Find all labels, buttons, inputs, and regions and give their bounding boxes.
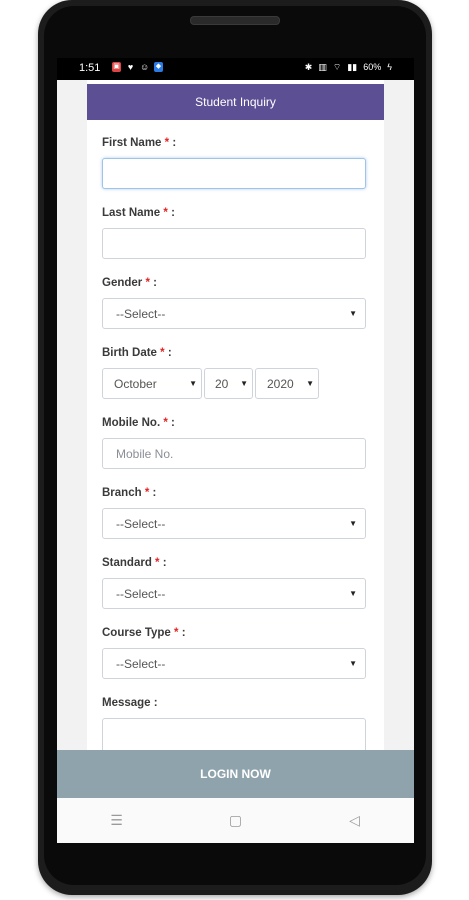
form-header: Student Inquiry [87,84,384,120]
required-mark: * [174,627,179,639]
standard-label: Standard * : [102,557,167,569]
caret-down-icon: ▼ [306,379,314,388]
birth-day-select[interactable]: 20 ▼ [204,368,253,399]
course-type-label: Course Type * : [102,627,186,639]
notification-app-icon: ▣ [112,62,121,72]
caret-down-icon: ▼ [189,379,197,388]
branch-select[interactable]: --Select-- ▼ [102,508,366,539]
standard-select[interactable]: --Select-- ▼ [102,578,366,609]
status-time: 1:51 [79,62,101,74]
branch-label: Branch * : [102,487,157,499]
form-title: Student Inquiry [195,95,276,109]
notification-icons: ▣ ♥ ☺ ◆ [112,62,163,72]
status-bar: 1:51 ▣ ♥ ☺ ◆ ✱ ▥ ⌔ ▮▮ 60% ϟ [57,58,414,80]
required-mark: * [160,347,165,359]
required-mark: * [163,417,168,429]
birth-month-select[interactable]: October ▼ [102,368,202,399]
status-right-icons: ✱ ▥ ⌔ ▮▮ 60% ϟ [305,62,392,73]
robot-icon: ☺ [140,62,150,72]
android-nav-bar: ☰ ▢ ◁ [57,798,414,843]
required-mark: * [155,557,160,569]
gender-select[interactable]: --Select-- ▼ [102,298,366,329]
caret-down-icon: ▼ [349,659,357,668]
required-mark: * [164,137,170,149]
required-mark: * [145,277,150,289]
app-icon: ◆ [154,62,163,72]
charging-icon: ϟ [387,62,392,72]
heart-icon: ♥ [127,62,134,72]
home-icon[interactable]: ▢ [216,812,256,829]
first-name-input[interactable] [102,158,366,189]
bluetooth-icon: ✱ [304,62,313,72]
first-name-label: First Name * : [102,137,177,149]
required-mark: * [144,487,150,499]
phone-speaker [190,16,280,25]
message-label: Message : [102,697,158,709]
mobile-input[interactable]: Mobile No. [102,438,366,469]
standard-selected: --Select-- [116,586,166,601]
birth-month-selected: October [114,376,157,391]
course-type-selected: --Select-- [116,656,166,671]
caret-down-icon: ▼ [349,519,357,528]
last-name-label: Last Name * : [102,207,175,219]
phone-screen: 1:51 ▣ ♥ ☺ ◆ ✱ ▥ ⌔ ▮▮ 60% ϟ Student Inqu… [57,58,414,843]
battery-text: 60% [363,62,382,72]
required-mark: * [163,207,168,219]
birth-year-select[interactable]: 2020 ▼ [255,368,319,399]
login-now-label: LOGIN NOW [200,767,271,781]
menu-icon[interactable]: ☰ [97,812,137,829]
gender-label: Gender * : [102,277,157,289]
birth-date-label: Birth Date * : [102,347,172,359]
back-icon[interactable]: ◁ [335,812,375,829]
caret-down-icon: ▼ [240,379,248,388]
mobile-label: Mobile No. * : [102,417,175,429]
last-name-input[interactable] [102,228,366,259]
gender-selected: --Select-- [116,306,166,321]
course-type-select[interactable]: --Select-- ▼ [102,648,366,679]
signal-icon: ▮▮ [347,62,358,72]
branch-selected: --Select-- [116,516,166,531]
mobile-placeholder: Mobile No. [116,446,174,461]
inquiry-form-card: Student Inquiry First Name * : Last Name… [87,80,384,780]
login-now-button[interactable]: LOGIN NOW [57,750,414,798]
volte-icon: ▥ [318,62,327,72]
wifi-icon: ⌔ [332,62,342,72]
birth-day-selected: 20 [215,376,229,391]
caret-down-icon: ▼ [349,589,357,598]
birth-year-selected: 2020 [267,376,294,391]
caret-down-icon: ▼ [349,309,357,318]
